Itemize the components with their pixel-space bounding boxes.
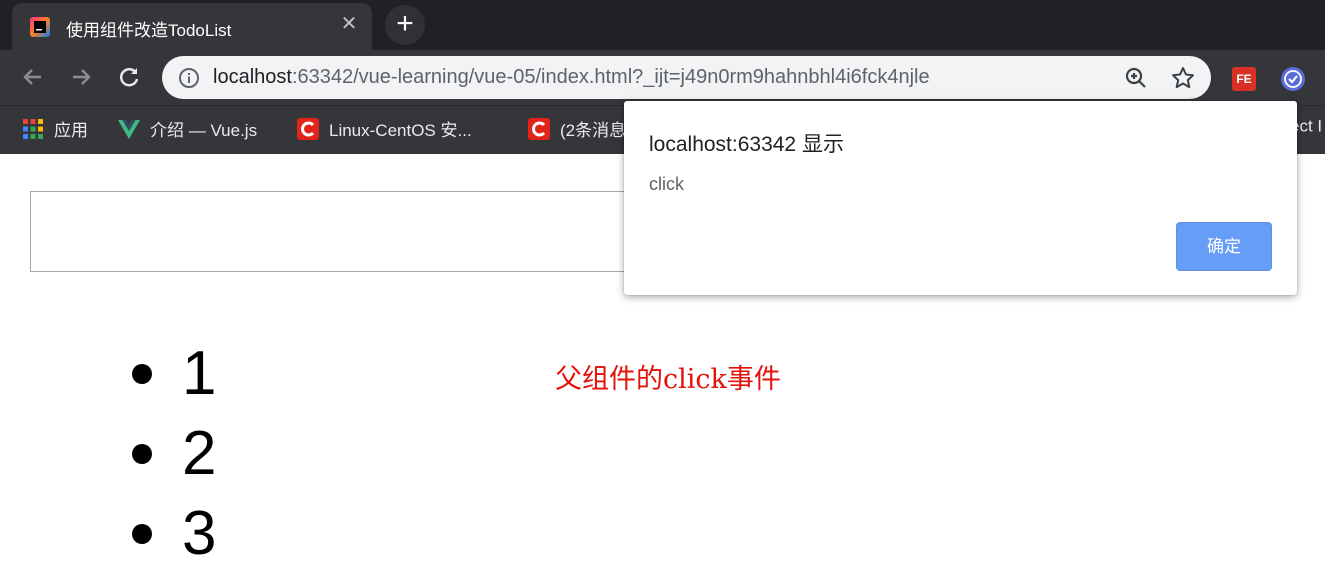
- csdn-icon: [528, 117, 550, 140]
- todo-input[interactable]: [30, 191, 710, 272]
- checkmark-extension-icon[interactable]: [1280, 66, 1306, 92]
- bookmark-label: 介绍 — Vue.js: [150, 121, 258, 140]
- browser-tab[interactable]: 使用组件改造TodoList ✕: [12, 3, 372, 51]
- ok-button[interactable]: 确定: [1176, 222, 1272, 271]
- star-icon[interactable]: [1170, 65, 1196, 91]
- fe-helper-icon[interactable]: FE: [1232, 67, 1256, 91]
- reload-icon[interactable]: [114, 62, 144, 92]
- url-path: :63342/vue-learning/vue-05/index.html?_i…: [291, 66, 930, 88]
- list-item[interactable]: 2: [128, 414, 216, 494]
- zoom-icon[interactable]: [1124, 66, 1148, 90]
- bookmark-vue[interactable]: 介绍 — Vue.js: [118, 116, 257, 142]
- bookmark-csdn-linux[interactable]: Linux-CentOS 安...: [297, 116, 472, 142]
- address-bar[interactable]: localhost:63342/vue-learning/vue-05/inde…: [162, 56, 1211, 99]
- alert-dialog: localhost:63342 显示 click 确定: [624, 101, 1297, 295]
- bookmark-csdn-messages[interactable]: (2条消息: [528, 116, 626, 142]
- bookmark-apps[interactable]: 应用: [22, 116, 88, 142]
- toolbar: localhost:63342/vue-learning/vue-05/inde…: [0, 50, 1325, 105]
- url-text: localhost:63342/vue-learning/vue-05/inde…: [213, 66, 930, 89]
- dialog-message: click: [649, 174, 684, 194]
- close-icon[interactable]: ✕: [338, 13, 360, 35]
- url-host: localhost: [213, 66, 292, 88]
- new-tab-button[interactable]: +: [385, 5, 425, 45]
- parent-click-text[interactable]: 父组件的click事件: [555, 357, 781, 396]
- todo-list: 1 2 3: [128, 334, 216, 574]
- bookmark-label: Linux-CentOS 安...: [329, 121, 472, 140]
- bookmark-label: 应用: [54, 121, 88, 140]
- csdn-icon: [297, 117, 319, 140]
- list-item[interactable]: 3: [128, 494, 216, 574]
- dialog-title: localhost:63342 显示: [649, 133, 844, 156]
- info-icon[interactable]: [178, 67, 200, 89]
- forward-arrow-icon[interactable]: [66, 62, 96, 92]
- jetbrains-icon: [30, 17, 50, 37]
- vue-logo-icon: [118, 119, 140, 139]
- back-arrow-icon[interactable]: [18, 62, 48, 92]
- apps-grid-icon: [23, 118, 43, 139]
- list-item[interactable]: 1: [128, 334, 216, 414]
- tab-title: 使用组件改造TodoList: [66, 21, 232, 40]
- tab-strip: 使用组件改造TodoList ✕ +: [0, 0, 1325, 51]
- bookmark-label: (2条消息: [560, 121, 627, 140]
